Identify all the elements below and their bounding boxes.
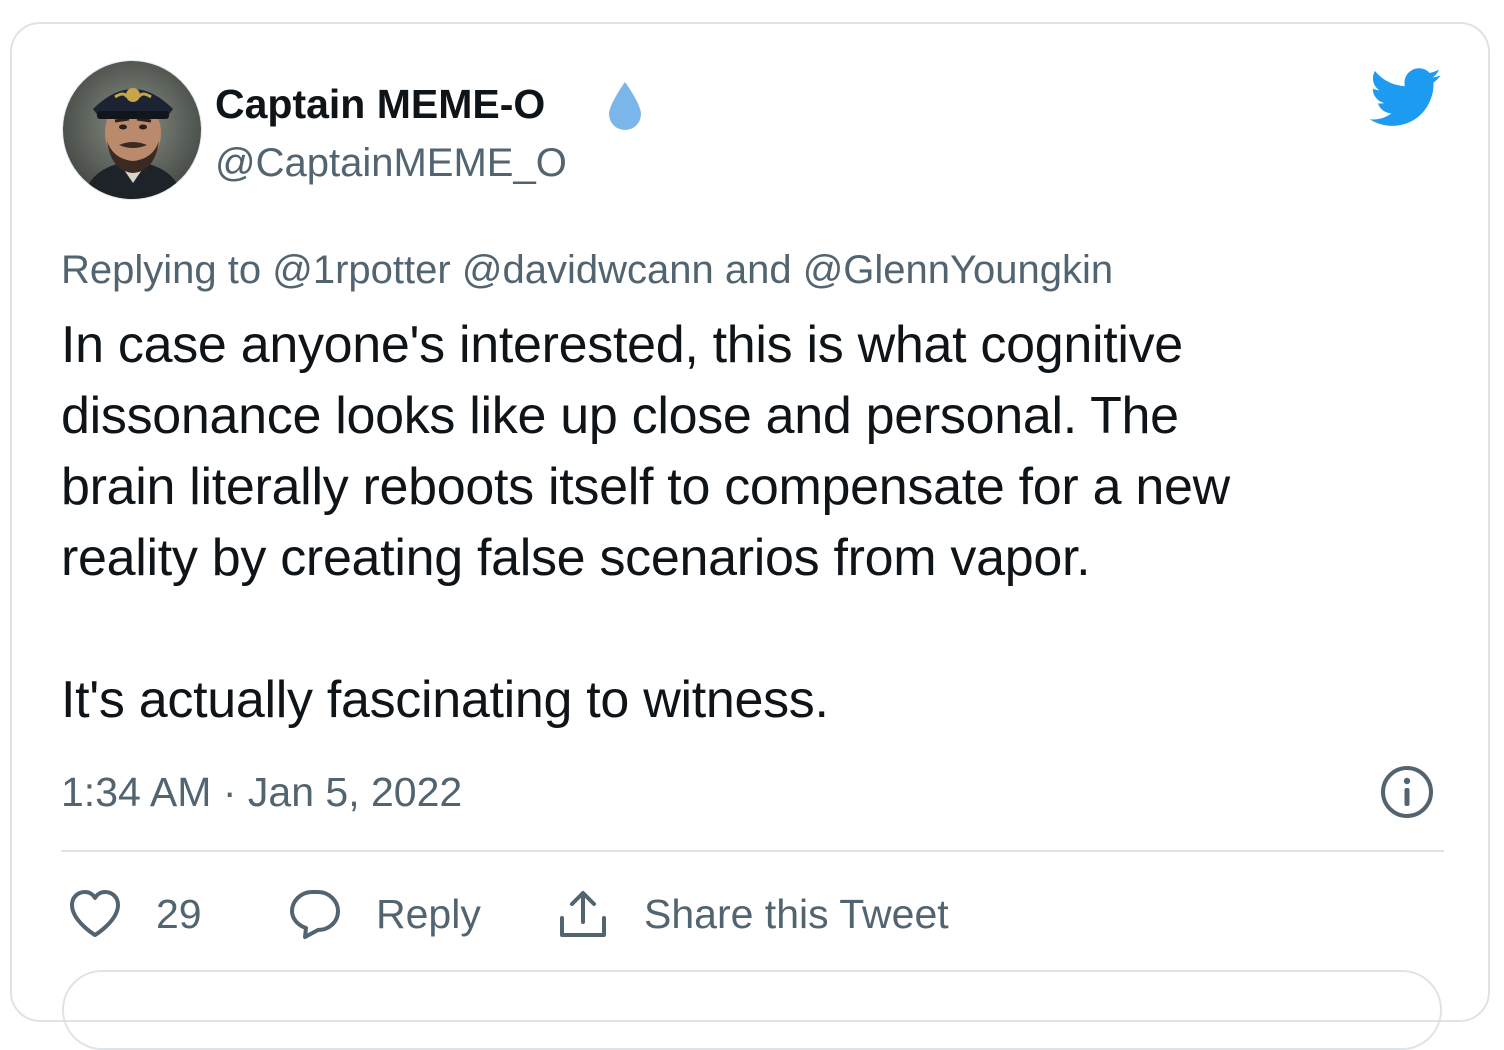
mention-link[interactable]: @GlennYoungkin <box>803 248 1113 292</box>
display-name[interactable]: Captain MEME-O <box>215 78 545 130</box>
user-handle[interactable]: @CaptainMEME_O <box>215 138 567 188</box>
tweet-text: In case anyone's interested, this is wha… <box>61 316 1230 729</box>
info-icon[interactable] <box>1379 764 1435 820</box>
share-button[interactable]: Share this Tweet <box>556 886 949 942</box>
replying-prefix: Replying to <box>61 248 262 292</box>
tweet-time: 1:34 AM <box>61 769 212 815</box>
twitter-bird-icon[interactable] <box>1370 68 1442 128</box>
timestamp[interactable]: 1:34 AM · Jan 5, 2022 <box>61 766 462 818</box>
mention-joiner: and <box>724 248 792 292</box>
water-drop-icon <box>609 82 641 130</box>
mention-link[interactable]: @1rpotter <box>272 248 450 292</box>
mention-link[interactable]: @davidwcann <box>462 248 714 292</box>
timestamp-separator: · <box>222 769 237 815</box>
share-arrow-icon <box>560 891 606 937</box>
captain-portrait-image <box>63 61 201 199</box>
read-replies-box[interactable] <box>62 970 1442 1050</box>
share-label: Share this Tweet <box>644 890 949 937</box>
like-button[interactable]: 29 <box>68 886 202 942</box>
avatar[interactable] <box>62 60 202 200</box>
tweet-card: Captain MEME-O @CaptainMEME_O Replying t… <box>10 22 1490 1050</box>
divider <box>61 850 1444 852</box>
reply-context: Replying to @1rpotter @davidwcann and @G… <box>61 244 1113 296</box>
heart-icon <box>70 890 120 937</box>
speech-bubble-icon <box>290 890 340 939</box>
reply-button[interactable]: Reply <box>288 886 481 942</box>
reply-label: Reply <box>376 890 481 937</box>
like-count: 29 <box>156 890 202 937</box>
tweet-date: Jan 5, 2022 <box>247 769 463 815</box>
